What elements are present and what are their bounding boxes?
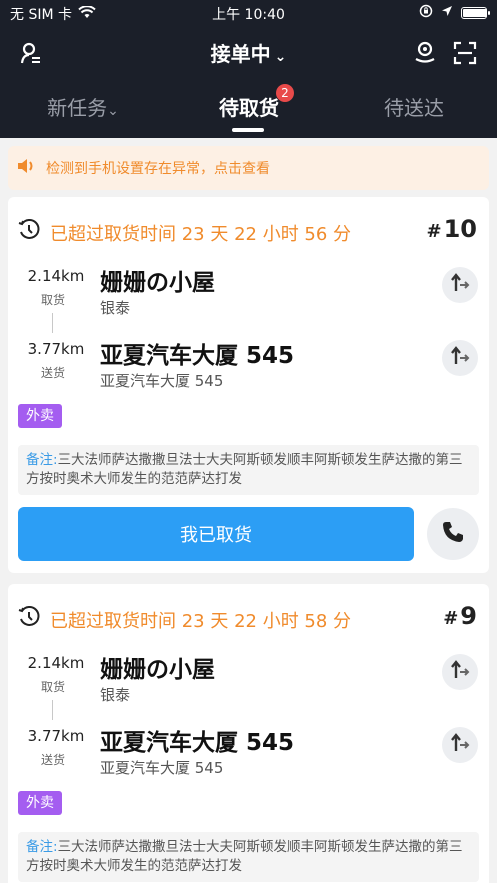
overdue-clock-icon <box>18 219 40 246</box>
warning-text: 检测到手机设置存在异常，点击查看 <box>46 161 270 177</box>
delivery-address: 亚夏汽车大厦 545 <box>100 759 224 777</box>
scan-icon[interactable] <box>450 38 480 68</box>
order-number: #10 <box>426 215 478 243</box>
overdue-clock-icon <box>18 606 40 633</box>
pickup-navigate-button[interactable] <box>442 267 478 303</box>
order-type-tag: 外卖 <box>18 791 62 815</box>
overdue-text: 已超过取货时间 23 天 22 小时 58 分 <box>50 610 352 632</box>
order-number: #9 <box>443 602 477 630</box>
picked-up-button[interactable]: 我已取货 <box>18 507 414 561</box>
pickup-distance: 2.14km <box>27 654 85 672</box>
overdue-text: 已超过取货时间 23 天 22 小时 56 分 <box>50 223 352 245</box>
order-type-tag: 外卖 <box>18 404 62 428</box>
tab-awaiting-pickup[interactable]: 待取货 <box>166 92 332 121</box>
delivery-stop: 3.77km 送货 亚夏汽车大厦 545 亚夏汽车大厦 545 <box>18 336 478 396</box>
pickup-address: 银泰 <box>100 299 131 317</box>
tab-badge: 2 <box>276 84 294 102</box>
chevron-down-icon: ⌄ <box>107 103 119 119</box>
pickup-store-name: 姗姗の小屋 <box>100 657 215 683</box>
pickup-kind-label: 取货 <box>40 293 65 307</box>
delivery-navigate-button[interactable] <box>442 727 478 763</box>
phone-icon <box>441 520 465 548</box>
route-connector <box>52 313 53 333</box>
call-button[interactable] <box>427 508 479 560</box>
map-location-icon[interactable] <box>410 38 440 68</box>
remark-label: 备注: <box>26 452 58 468</box>
navigate-turn-icon <box>449 733 471 757</box>
pickup-stop: 2.14km 取货 姗姗の小屋 银泰 <box>18 650 478 710</box>
battery-icon <box>461 7 490 19</box>
order-remark: 备注:三大法师萨达撒撒旦法士大夫阿斯顿发顺丰阿斯顿发生萨达撒的第三方按时奥术大师… <box>18 445 479 495</box>
pickup-distance: 2.14km <box>27 267 85 285</box>
speaker-icon <box>16 157 36 179</box>
delivery-distance: 3.77km <box>27 340 85 358</box>
tab-new-tasks[interactable]: 新任务⌄ <box>0 92 166 121</box>
active-tab-indicator <box>232 128 264 132</box>
order-card[interactable]: 已超过取货时间 23 天 22 小时 56 分 #10 2.14km 取货 姗姗… <box>8 197 489 573</box>
app-header: 无 SIM 卡 上午 10:40 接单中 ⌄ 新任务⌄ 待取货 2 待送达 <box>0 0 497 138</box>
work-status-label: 接单中 <box>210 42 271 66</box>
order-remark: 备注:三大法师萨达撒撒旦法士大夫阿斯顿发顺丰阿斯顿发生萨达撒的第三方按时奥术大师… <box>18 832 479 882</box>
delivery-kind-label: 送货 <box>40 753 65 767</box>
navigate-turn-icon <box>449 273 471 297</box>
chevron-down-icon: ⌄ <box>274 49 287 65</box>
order-tabs: 新任务⌄ 待取货 2 待送达 <box>0 84 497 138</box>
pickup-kind-label: 取货 <box>40 680 65 694</box>
settings-warning-banner[interactable]: 检测到手机设置存在异常，点击查看 <box>8 146 489 190</box>
navigate-turn-icon <box>449 346 471 370</box>
delivery-navigate-button[interactable] <box>442 340 478 376</box>
delivery-kind-label: 送货 <box>40 366 65 380</box>
remark-label: 备注: <box>26 839 58 855</box>
delivery-destination-name: 亚夏汽车大厦 545 <box>100 730 295 756</box>
status-bar: 无 SIM 卡 上午 10:40 <box>0 0 497 26</box>
order-number-value: 9 <box>460 602 477 630</box>
location-arrow-icon <box>441 5 453 21</box>
navigate-turn-icon <box>449 660 471 684</box>
tab-awaiting-delivery-label: 待送达 <box>384 96 444 120</box>
pickup-address: 银泰 <box>100 686 131 704</box>
pickup-navigate-button[interactable] <box>442 654 478 690</box>
orientation-lock-icon <box>419 4 433 22</box>
delivery-destination-name: 亚夏汽车大厦 545 <box>100 343 295 369</box>
pickup-stop: 2.14km 取货 姗姗の小屋 银泰 <box>18 263 478 323</box>
tab-awaiting-delivery[interactable]: 待送达 <box>331 92 497 121</box>
pickup-store-name: 姗姗の小屋 <box>100 270 215 296</box>
order-card[interactable]: 已超过取货时间 23 天 22 小时 58 分 #9 2.14km 取货 姗姗の… <box>8 584 489 883</box>
delivery-distance: 3.77km <box>27 727 85 745</box>
order-number-value: 10 <box>443 215 477 243</box>
tab-awaiting-pickup-label: 待取货 <box>219 96 279 120</box>
delivery-stop: 3.77km 送货 亚夏汽车大厦 545 亚夏汽车大厦 545 <box>18 723 478 783</box>
route-connector <box>52 700 53 720</box>
tab-new-tasks-label: 新任务 <box>47 96 108 120</box>
remark-text: 三大法师萨达撒撒旦法士大夫阿斯顿发顺丰阿斯顿发生萨达撒的第三方按时奥术大师发生的… <box>26 839 463 874</box>
delivery-address: 亚夏汽车大厦 545 <box>100 372 224 390</box>
remark-text: 三大法师萨达撒撒旦法士大夫阿斯顿发顺丰阿斯顿发生萨达撒的第三方按时奥术大师发生的… <box>26 452 463 487</box>
